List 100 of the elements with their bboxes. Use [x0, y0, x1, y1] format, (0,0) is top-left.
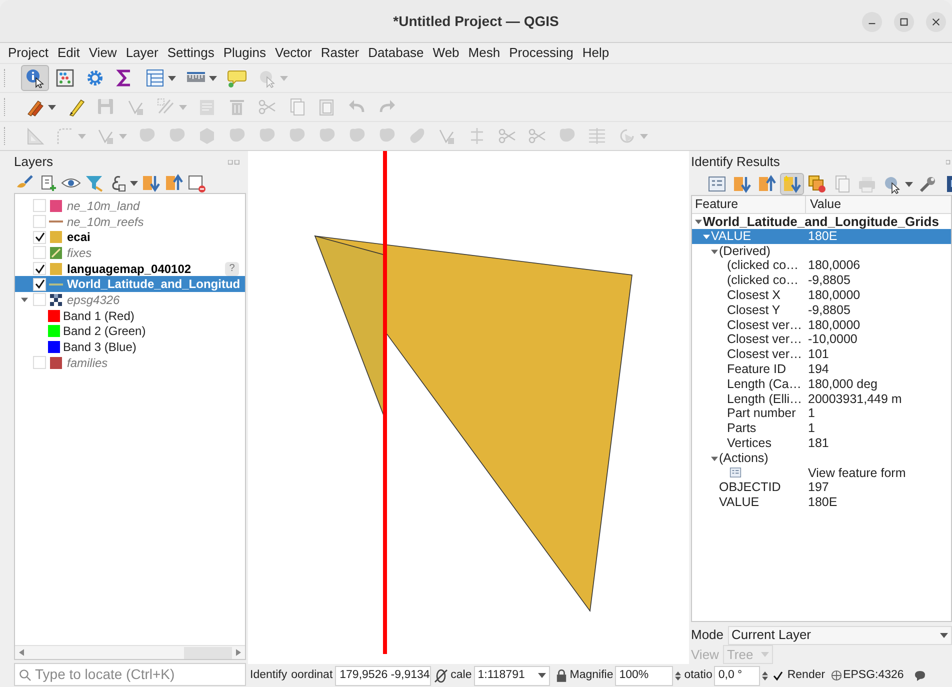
identify-button[interactable]: [21, 65, 49, 91]
menu-item[interactable]: Vector: [274, 43, 312, 63]
menu-item[interactable]: Web: [432, 43, 460, 63]
result-row[interactable]: Parts 1: [692, 421, 951, 436]
layer-checkbox[interactable]: [33, 262, 46, 276]
result-row[interactable]: (Derived): [692, 244, 951, 258]
cursor-icon: [257, 68, 277, 88]
expander-icon[interactable]: [695, 218, 702, 225]
expander-icon[interactable]: [703, 232, 710, 240]
mode-dropdown[interactable]: Current Layer: [728, 626, 952, 644]
value-cell-text: 180E: [808, 228, 838, 245]
horizontal-scrollbar[interactable]: [15, 645, 245, 659]
menu-item[interactable]: Mesh: [468, 43, 500, 63]
layer-row[interactable]: families: [15, 354, 245, 371]
crs-button[interactable]: EPSG:4326: [831, 666, 904, 684]
result-row[interactable]: Length (Elli… 20003931,449 m: [692, 392, 951, 406]
feature-cell-text: Parts: [727, 420, 756, 438]
layer-row[interactable]: World_Latitude_and_Longitud: [15, 276, 245, 292]
lock-icon[interactable]: [556, 669, 567, 682]
layer-checkbox[interactable]: [33, 246, 46, 260]
layer-checkbox[interactable]: [33, 278, 46, 291]
toolbar-handle[interactable]: [4, 127, 7, 145]
caret-icon: [48, 104, 56, 110]
expander-icon[interactable]: [711, 454, 718, 462]
toolbar-handle[interactable]: [4, 69, 7, 87]
spin-arrows-icon[interactable]: [762, 670, 768, 680]
spin-arrows-icon[interactable]: [675, 670, 682, 680]
column-header[interactable]: Value: [806, 196, 951, 213]
layer-badge[interactable]: ?: [225, 262, 239, 276]
layer-row[interactable]: epsg4326: [15, 292, 245, 308]
layer-checkbox[interactable]: [33, 215, 46, 228]
result-row[interactable]: Closest ver… 101: [692, 347, 951, 362]
scroll-left-icon[interactable]: [19, 649, 24, 656]
result-row[interactable]: Feature ID 194: [692, 362, 951, 377]
menu-item[interactable]: Edit: [57, 43, 80, 63]
result-row[interactable]: Closest ver… -10,0000: [692, 332, 951, 348]
remove-layer-button[interactable]: [186, 173, 208, 193]
layer-checkbox[interactable]: [33, 356, 46, 370]
menu-item[interactable]: Layer: [126, 43, 158, 63]
result-row[interactable]: (clicked co… 180,0006: [692, 258, 951, 274]
feature-cell-text: Length (Ca…: [727, 376, 802, 393]
layer-row[interactable]: ecai: [15, 229, 245, 246]
form-icon[interactable]: [729, 466, 742, 480]
render-checkbox[interactable]: [772, 670, 784, 682]
feature-cell-text: Part number: [727, 406, 796, 422]
menu-item[interactable]: Settings: [167, 43, 214, 63]
mouse-toggle-icon[interactable]: [434, 668, 448, 682]
result-row[interactable]: Closest ver… 180,0000: [692, 318, 951, 332]
menu-item[interactable]: Help: [582, 43, 610, 63]
panel-float-icon[interactable]: [228, 160, 240, 164]
scale-dropdown[interactable]: 1:118791: [474, 666, 550, 686]
layer-row[interactable]: ne_10m_land: [15, 198, 245, 214]
menu-item[interactable]: View: [88, 43, 117, 63]
coordinate-field[interactable]: 179,9526 -9,9134: [334, 666, 431, 686]
render-label: Render: [787, 668, 826, 683]
magnifier-spinbox[interactable]: 100%: [615, 666, 674, 686]
lines-icon: [587, 126, 607, 146]
messages-icon[interactable]: [914, 670, 926, 682]
layer-checkbox[interactable]: [33, 230, 46, 244]
scroll-thumb[interactable]: [184, 646, 232, 658]
result-row[interactable]: Closest X 180,0000: [692, 288, 951, 303]
result-row[interactable]: (Actions): [692, 450, 951, 466]
menu-item[interactable]: Project: [8, 43, 48, 63]
result-row[interactable]: (clicked co… -9,8805: [692, 273, 951, 288]
maximize-button[interactable]: [894, 12, 914, 32]
menu-item[interactable]: Database: [368, 43, 424, 63]
menu-item[interactable]: Processing: [509, 43, 574, 63]
result-row[interactable]: View feature form: [692, 466, 951, 480]
scroll-right-icon[interactable]: [236, 649, 241, 656]
layer-checkbox[interactable]: [33, 199, 46, 212]
result-row[interactable]: Part number 1: [692, 406, 951, 422]
layer-checkbox[interactable]: [33, 293, 46, 306]
layer-row[interactable]: ne_10m_reefs: [15, 214, 245, 230]
panel-float-icon[interactable]: [946, 160, 952, 164]
layer-row[interactable]: fixes: [15, 245, 245, 261]
filter-button[interactable]: [83, 173, 105, 193]
menu-item[interactable]: Plugins: [223, 43, 266, 63]
expander-icon[interactable]: [20, 296, 28, 304]
menu-item[interactable]: Raster: [320, 43, 360, 63]
locator-search-field[interactable]: Type to locate (Ctrl+K): [14, 663, 246, 686]
toolbar-handle[interactable]: [4, 98, 7, 116]
result-row[interactable]: OBJECTID 197: [692, 480, 951, 496]
rotation-spinbox[interactable]: 0,0 °: [714, 666, 760, 686]
collapse-all-button[interactable]: [163, 173, 185, 193]
minimize-button[interactable]: [862, 12, 882, 32]
result-row[interactable]: Closest Y -9,8805: [692, 302, 951, 318]
caret-icon: [119, 134, 127, 138]
result-row[interactable]: Length (Ca… 180,000 deg: [692, 376, 951, 392]
result-row[interactable]: VALUE 180E: [692, 495, 951, 510]
column-header[interactable]: Feature: [692, 196, 806, 213]
result-row[interactable]: Vertices 181: [692, 436, 951, 451]
result-row[interactable]: VALUE 180E: [692, 228, 951, 244]
close-button[interactable]: [926, 12, 946, 32]
expand-all-button[interactable]: [140, 173, 162, 193]
map-canvas[interactable]: [248, 151, 689, 664]
layer-row[interactable]: languagemap_040102 ?: [15, 260, 245, 276]
expand-new-button[interactable]: [780, 173, 804, 195]
expander-icon[interactable]: [711, 248, 718, 254]
result-row[interactable]: World_Latitude_and_Longitude_Grids: [692, 214, 951, 229]
caret-icon: [280, 76, 288, 80]
